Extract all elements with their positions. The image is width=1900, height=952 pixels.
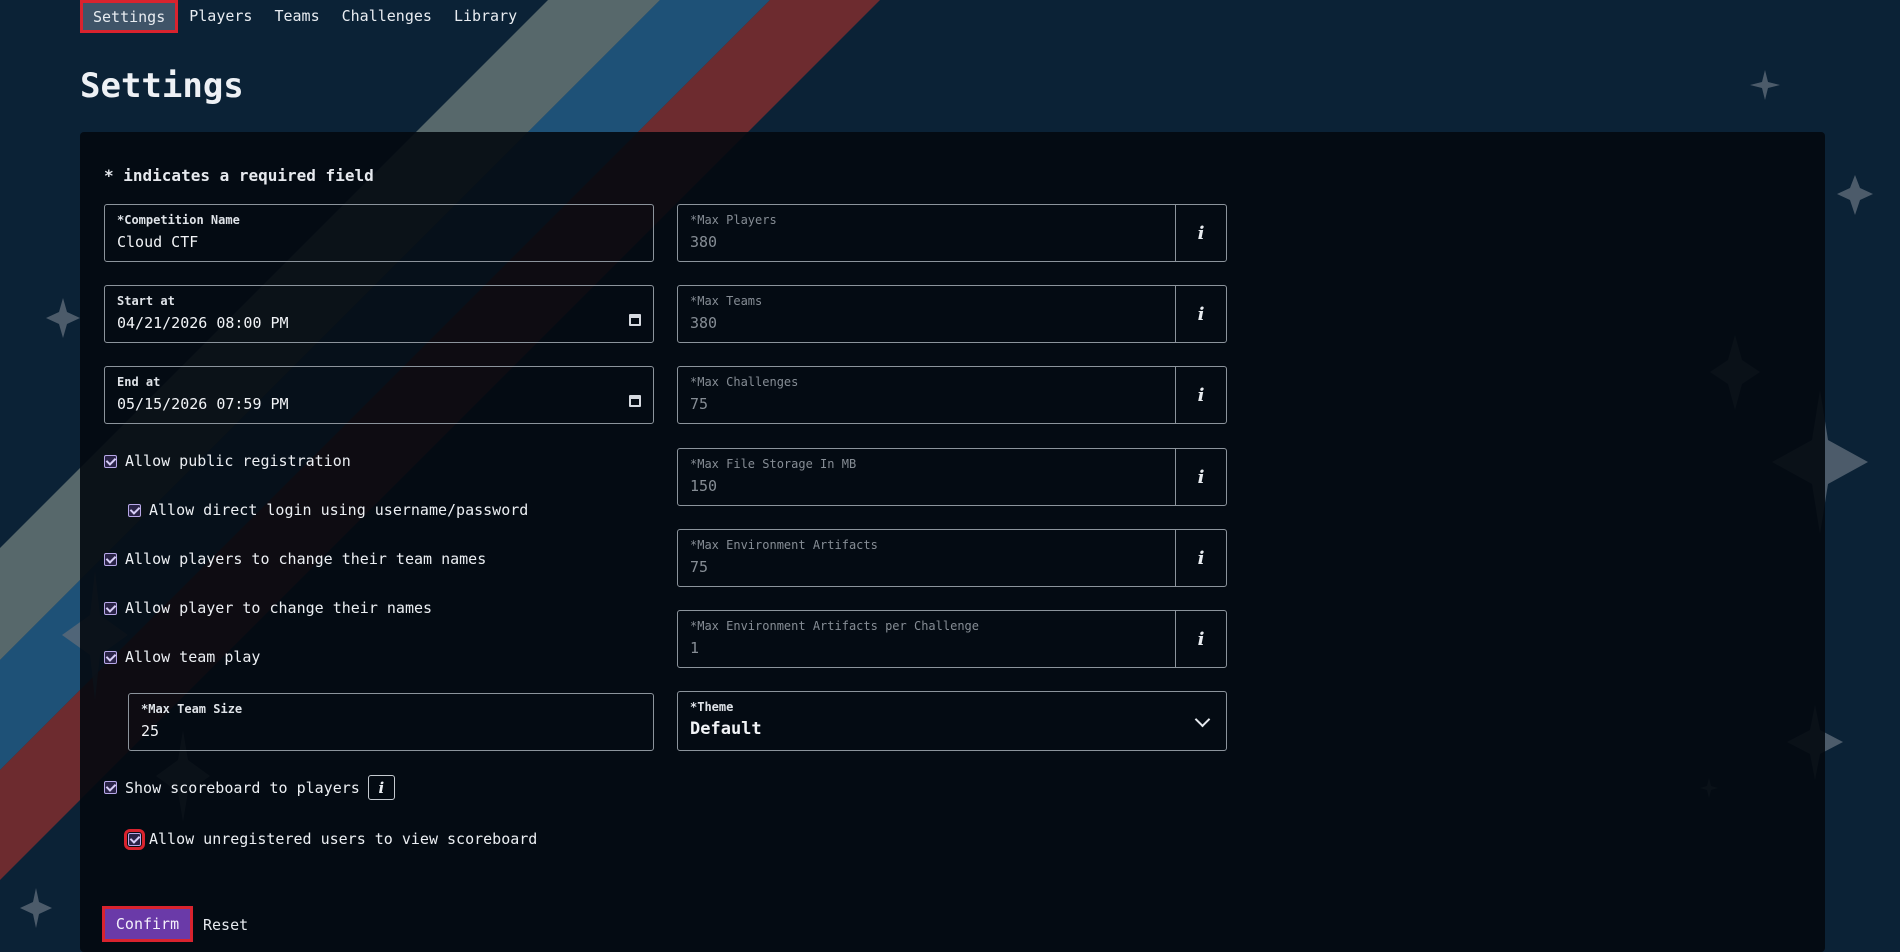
max-env-artifacts-per-challenge-value: 1 — [690, 639, 700, 657]
start-at-label: Start at — [117, 294, 175, 308]
competition-name-field[interactable]: *Competition Name Cloud CTF — [104, 204, 654, 262]
calendar-icon[interactable] — [629, 395, 641, 407]
show-scoreboard-label: Show scoreboard to players — [125, 778, 360, 797]
change-names-label: Allow player to change their names — [125, 599, 433, 617]
show-scoreboard-row: Show scoreboard to players i — [104, 775, 395, 800]
change-names-checkbox[interactable] — [104, 601, 117, 615]
change-names-row: Allow player to change their names — [104, 599, 432, 617]
info-icon[interactable]: i — [1175, 205, 1226, 261]
max-players-value: 380 — [690, 233, 718, 251]
max-challenges-value: 75 — [690, 395, 709, 413]
max-team-size-field[interactable]: *Max Team Size 25 — [128, 693, 654, 751]
confirm-button[interactable]: Confirm — [102, 906, 193, 942]
max-challenges-field[interactable]: *Max Challenges 75 i — [677, 366, 1227, 424]
direct-login-checkbox[interactable] — [128, 503, 141, 517]
direct-login-row: Allow direct login using username/passwo… — [128, 501, 528, 519]
unregistered-scoreboard-label: Allow unregistered users to view scorebo… — [149, 830, 538, 848]
required-note: * indicates a required field — [104, 166, 374, 185]
team-play-checkbox[interactable] — [104, 650, 117, 664]
info-icon[interactable]: i — [1175, 286, 1226, 342]
info-icon[interactable]: i — [1175, 530, 1226, 586]
max-teams-label: Max Teams — [697, 294, 763, 308]
max-env-artifacts-field[interactable]: *Max Environment Artifacts 75 i — [677, 529, 1227, 587]
max-env-artifacts-value: 75 — [690, 558, 709, 576]
info-icon[interactable]: i — [1175, 367, 1226, 423]
end-at-field[interactable]: End at 05/15/2026 07:59 PM — [104, 366, 654, 424]
calendar-icon[interactable] — [629, 314, 641, 326]
max-teams-value: 380 — [690, 314, 718, 332]
chevron-down-icon[interactable] — [1194, 711, 1211, 728]
start-at-field[interactable]: Start at 04/21/2026 08:00 PM — [104, 285, 654, 343]
max-file-storage-field[interactable]: *Max File Storage In MB 150 i — [677, 448, 1227, 506]
max-team-size-label: Max Team Size — [148, 702, 243, 716]
public-registration-label: Allow public registration — [125, 452, 351, 470]
max-teams-field[interactable]: *Max Teams 380 i — [677, 285, 1227, 343]
max-env-artifacts-per-challenge-label: Max Environment Artifacts per Challenge — [697, 619, 979, 633]
public-registration-row: Allow public registration — [104, 452, 351, 470]
public-registration-checkbox[interactable] — [104, 454, 117, 468]
max-players-label: Max Players — [697, 213, 777, 227]
direct-login-label: Allow direct login using username/passwo… — [149, 501, 529, 519]
end-at-value: 05/15/2026 07:59 PM — [117, 395, 289, 413]
max-file-storage-value: 150 — [690, 477, 718, 495]
change-team-names-label: Allow players to change their team names — [125, 550, 487, 568]
info-icon[interactable]: i — [1175, 449, 1226, 505]
reset-button[interactable]: Reset — [203, 916, 248, 934]
change-team-names-row: Allow players to change their team names — [104, 550, 486, 568]
competition-name-value: Cloud CTF — [117, 233, 199, 251]
show-scoreboard-checkbox[interactable] — [104, 781, 117, 794]
info-icon[interactable]: i — [1175, 611, 1226, 667]
unregistered-scoreboard-checkbox[interactable] — [124, 828, 145, 850]
max-env-artifacts-label: Max Environment Artifacts — [697, 538, 878, 552]
max-challenges-label: Max Challenges — [697, 375, 799, 389]
max-players-field[interactable]: *Max Players 380 i — [677, 204, 1227, 262]
theme-label: Theme — [697, 700, 734, 714]
change-team-names-checkbox[interactable] — [104, 552, 117, 566]
theme-value: Default — [690, 719, 762, 739]
unregistered-scoreboard-row: Allow unregistered users to view scorebo… — [124, 828, 538, 850]
max-file-storage-label: Max File Storage In MB — [697, 457, 857, 471]
info-icon[interactable]: i — [367, 775, 395, 800]
start-at-value: 04/21/2026 08:00 PM — [117, 314, 289, 332]
theme-select[interactable]: *Theme Default — [677, 691, 1227, 751]
team-play-row: Allow team play — [104, 648, 260, 666]
team-play-label: Allow team play — [125, 648, 261, 666]
end-at-label: End at — [117, 375, 161, 389]
max-team-size-value: 25 — [141, 722, 160, 740]
competition-name-label: Competition Name — [124, 213, 240, 227]
max-env-artifacts-per-challenge-field[interactable]: *Max Environment Artifacts per Challenge… — [677, 610, 1227, 668]
settings-form: * indicates a required field *Competitio… — [0, 0, 1900, 942]
